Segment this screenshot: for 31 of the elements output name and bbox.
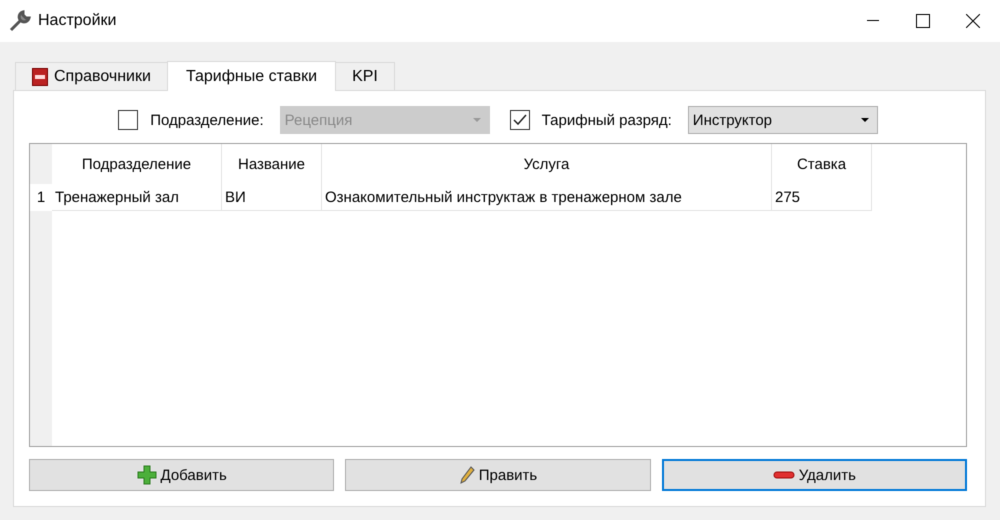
table-cell: ВИ xyxy=(222,184,322,211)
edit-button[interactable]: Править xyxy=(345,459,651,491)
column-header[interactable]: Подразделение xyxy=(52,144,222,184)
column-header[interactable]: Услуга xyxy=(322,144,772,184)
table-cell: Ознакомительный инструктаж в тренажерном зале xyxy=(322,184,772,211)
row-number: 1 xyxy=(30,184,52,211)
tab[interactable]: KPI xyxy=(335,62,395,90)
column-header[interactable]: Ставка xyxy=(772,144,872,184)
table-cell: 275 xyxy=(772,184,872,211)
pencil-icon xyxy=(458,466,475,484)
caret-icon xyxy=(472,118,481,122)
close-icon xyxy=(966,14,980,28)
plus-icon xyxy=(136,465,157,485)
wrench-icon xyxy=(8,9,32,33)
window-title: Настройки xyxy=(38,12,118,30)
table-cell: Тренажерный зал xyxy=(52,184,222,211)
minus-icon xyxy=(772,470,795,480)
tab[interactable]: Тарифные ставки xyxy=(166,61,336,91)
book-icon xyxy=(32,68,48,86)
dropdown[interactable]: Инструктор xyxy=(688,106,878,134)
caret-icon xyxy=(860,118,869,122)
filter-label: Тарифный разряд: xyxy=(542,112,672,128)
minimize-icon xyxy=(867,20,879,22)
filter-label: Подразделение: xyxy=(150,112,264,128)
checkmark-icon xyxy=(512,113,528,127)
maximize-icon xyxy=(916,14,930,28)
add-button[interactable]: Добавить xyxy=(29,459,334,491)
column-header[interactable]: Название xyxy=(222,144,322,184)
checkbox[interactable] xyxy=(510,110,530,130)
tab[interactable]: Справочники xyxy=(15,62,168,90)
delete-button[interactable]: Удалить xyxy=(662,459,967,491)
